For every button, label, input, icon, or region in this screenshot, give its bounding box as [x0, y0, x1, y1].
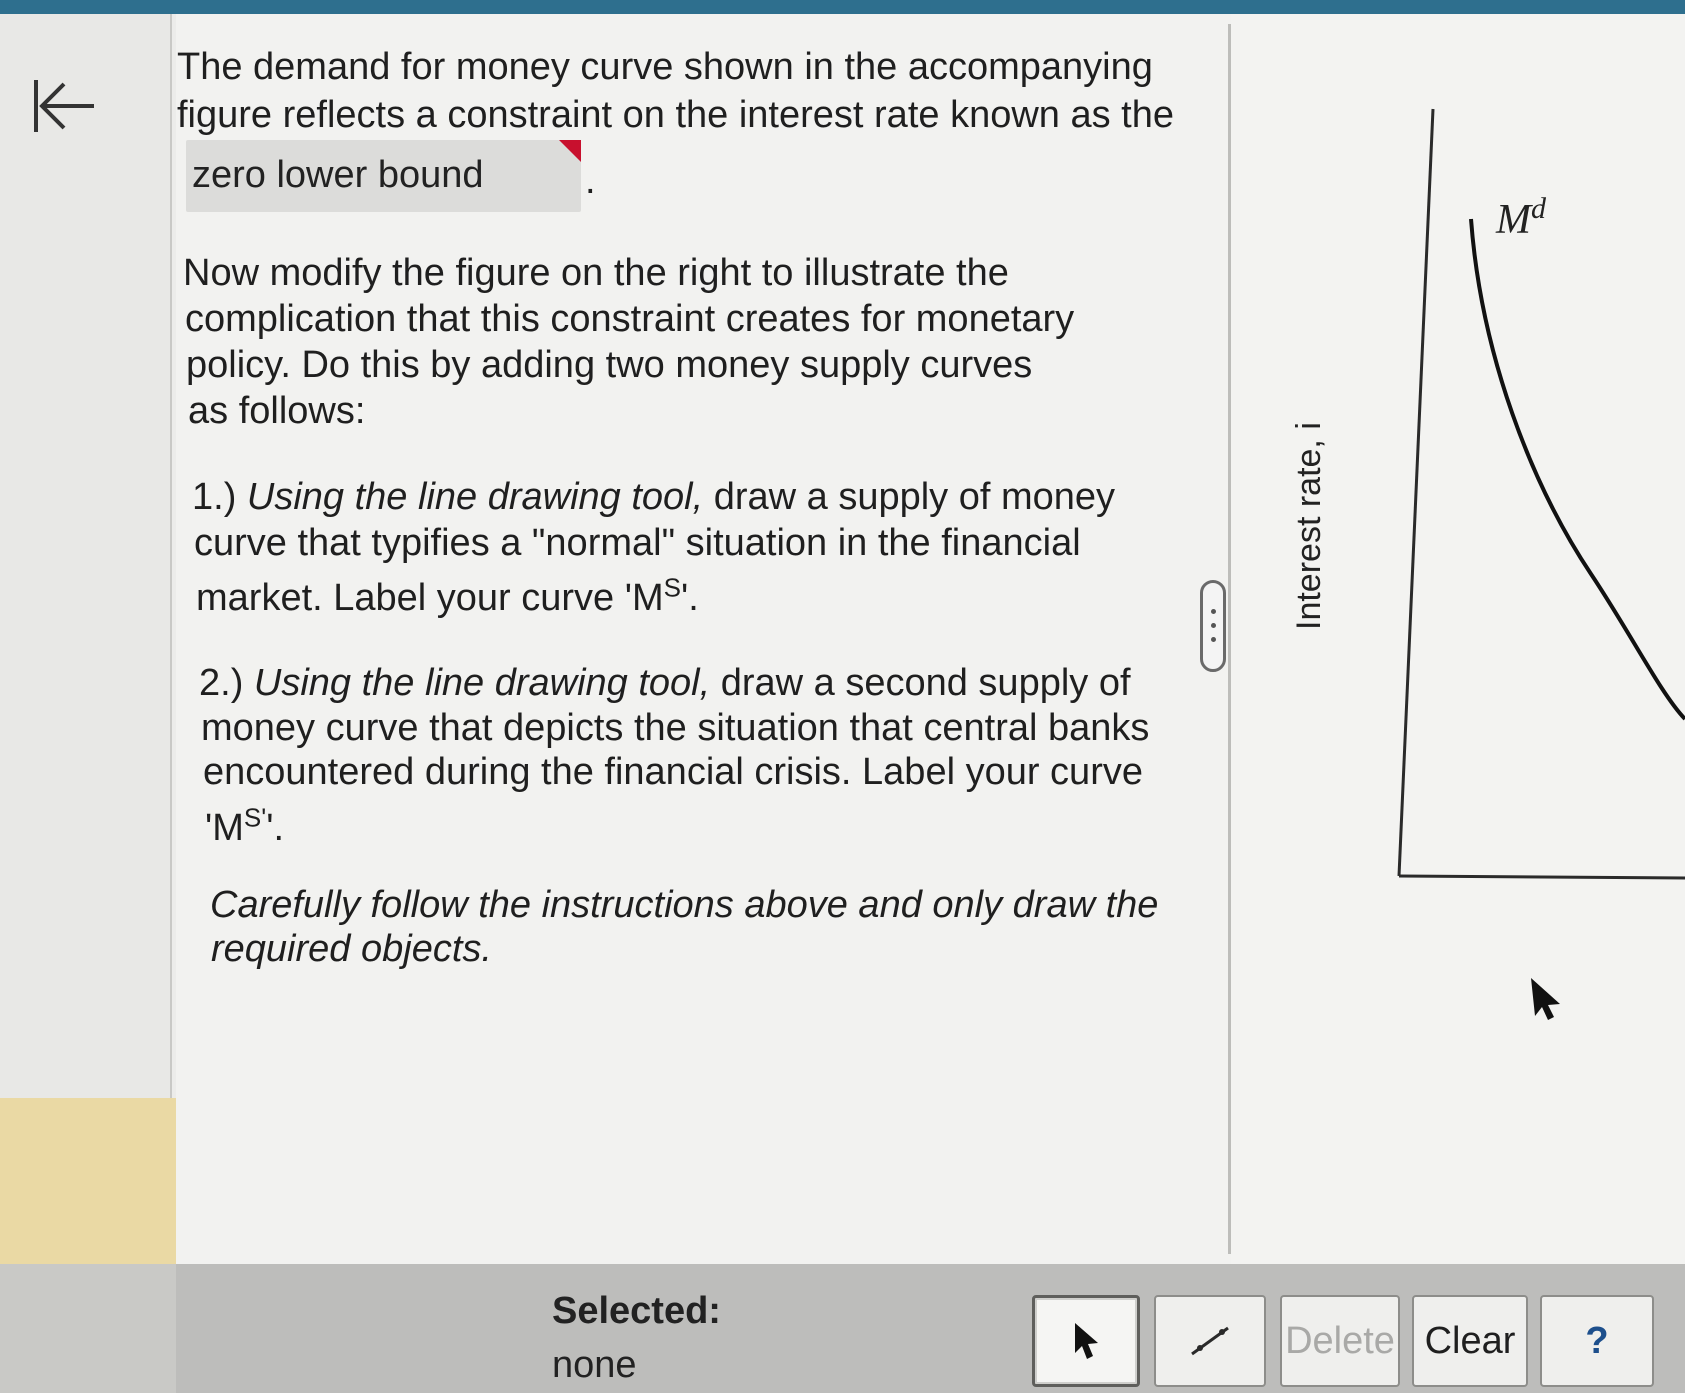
answer-flag-icon: [559, 140, 581, 162]
clear-button[interactable]: Clear: [1412, 1295, 1528, 1387]
intro-line-1: The demand for money curve shown in the …: [177, 46, 1153, 88]
step2-line-3: encountered during the financial crisis.…: [203, 751, 1143, 793]
pointer-tool-button[interactable]: [1032, 1295, 1140, 1387]
rail-highlight: [0, 1098, 176, 1264]
step1-line-3: market. Label your curve 'MS'.: [196, 572, 699, 619]
selected-label: Selected:: [552, 1290, 721, 1332]
modify-line-1: Now modify the figure on the right to il…: [183, 252, 1009, 294]
step2-line-4: 'MS''.: [205, 802, 285, 849]
answer-period: .: [585, 160, 596, 202]
answer-dropdown[interactable]: zero lower bound: [186, 140, 581, 212]
caution-line-1: Carefully follow the instructions above …: [210, 884, 1159, 926]
intro-line-2: figure reflects a constraint on the inte…: [177, 94, 1174, 136]
delete-button[interactable]: Delete: [1280, 1295, 1400, 1387]
left-rail: [0, 14, 172, 1264]
step1-line-1: 1.) Using the line drawing tool, draw a …: [192, 476, 1116, 518]
toolbar-left-edge: [0, 1264, 176, 1393]
pane-resize-handle[interactable]: [1200, 580, 1226, 672]
back-to-first-button[interactable]: [28, 70, 108, 150]
y-axis-label: Interest rate, i: [1290, 422, 1328, 630]
answer-value: zero lower bound: [192, 154, 484, 196]
first-page-arrow-icon: [34, 80, 94, 132]
y-axis: [1397, 108, 1435, 877]
modify-line-3: policy. Do this by adding two money supp…: [186, 344, 1033, 386]
pointer-icon: [1075, 1323, 1098, 1359]
step2-line-1: 2.) Using the line drawing tool, draw a …: [199, 662, 1131, 704]
x-axis: [1398, 874, 1685, 880]
curve-label-md: Md: [1496, 192, 1546, 244]
line-tool-button[interactable]: [1154, 1295, 1266, 1387]
step1-line-2: curve that typifies a "normal" situation…: [194, 522, 1081, 564]
graph-canvas[interactable]: [1231, 14, 1685, 1264]
modify-line-4: as follows:: [188, 390, 366, 432]
selected-value: none: [552, 1344, 637, 1386]
mouse-cursor-icon: [1531, 978, 1560, 1020]
caution-line-2: required objects.: [211, 928, 492, 970]
line-draw-icon: [1191, 1326, 1229, 1356]
money-demand-curve: [1469, 218, 1685, 721]
top-bar: [0, 0, 1685, 14]
modify-line-2: complication that this constraint create…: [185, 298, 1075, 340]
help-button[interactable]: ?: [1540, 1295, 1654, 1387]
step2-line-2: money curve that depicts the situation t…: [201, 707, 1150, 749]
